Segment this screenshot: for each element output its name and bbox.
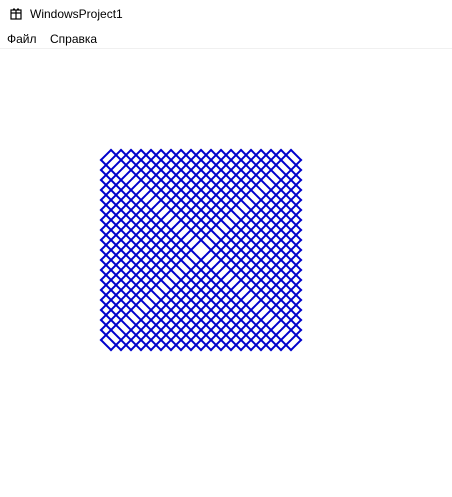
lattice-line-diag-down: [99, 338, 113, 352]
lattice-line-diag-down: [119, 148, 303, 332]
lattice-line-diag-up: [289, 338, 303, 352]
lattice-line-diag-up: [139, 188, 303, 352]
lattice-line-diag-up: [109, 158, 303, 352]
lattice-line-diag-up: [99, 148, 143, 192]
lattice-line-diag-down: [99, 258, 193, 352]
lattice-line-diag-up: [219, 268, 303, 352]
lattice-line-diag-down: [149, 148, 303, 302]
lattice-line-diag-down: [99, 198, 253, 352]
lattice-line-diag-down: [249, 148, 303, 202]
lattice-line-diag-down: [99, 328, 123, 352]
client-area: [0, 49, 452, 497]
lattice-line-diag-down: [99, 238, 213, 352]
menu-item-file[interactable]: Файл: [7, 32, 37, 46]
lattice-line-diag-down: [139, 148, 303, 312]
lattice-line-diag-up: [119, 168, 303, 352]
lattice-line-diag-up: [99, 148, 183, 232]
lattice-line-diag-up: [259, 308, 303, 352]
lattice-line-diag-up: [99, 148, 253, 302]
lattice-line-diag-up: [99, 148, 123, 172]
lattice-line-diag-up: [99, 148, 153, 202]
lattice-line-diag-up: [99, 148, 113, 162]
lattice-line-diag-down: [99, 298, 153, 352]
lattice-line-diag-down: [99, 188, 263, 352]
lattice-line-diag-down: [209, 148, 303, 242]
lattice-line-diag-up: [209, 258, 303, 352]
lattice-line-diag-down: [99, 158, 293, 352]
lattice-line-diag-down: [99, 228, 223, 352]
menu-bar: Файл Справка: [0, 30, 452, 49]
lattice-line-diag-up: [249, 298, 303, 352]
lattice-line-diag-down: [99, 268, 183, 352]
lattice-line-diag-up: [99, 148, 213, 262]
lattice-line-diag-up: [99, 148, 263, 312]
app-window-icon: [10, 8, 22, 20]
lattice-line-diag-down: [289, 148, 303, 162]
lattice-line-diag-up: [99, 148, 223, 272]
lattice-line-diag-up: [99, 148, 283, 332]
window-title: WindowsProject1: [30, 7, 123, 21]
lattice-line-diag-up: [189, 238, 303, 352]
lattice-line-diag-down: [179, 148, 303, 272]
menu-item-help[interactable]: Справка: [50, 32, 97, 46]
lattice-line-diag-down: [279, 148, 303, 172]
lattice-line-diag-up: [149, 198, 303, 352]
lattice-line-diag-up: [179, 228, 303, 352]
lattice-line-diag-down: [219, 148, 303, 232]
lattice-line-diag-up: [99, 148, 193, 242]
lattice-line-diag-up: [279, 328, 303, 352]
lattice-line-diag-down: [259, 148, 303, 192]
title-bar[interactable]: WindowsProject1: [0, 0, 452, 30]
lattice-line-diag-down: [99, 168, 283, 352]
lattice-line-diag-down: [109, 148, 303, 342]
application-window: WindowsProject1 Файл Справка: [0, 0, 452, 497]
lattice-line-diag-up: [99, 148, 293, 342]
lattice-line-diag-down: [189, 148, 303, 262]
lattice-line-diag-down: [99, 308, 143, 352]
diamond-lattice-drawing: [99, 148, 303, 352]
